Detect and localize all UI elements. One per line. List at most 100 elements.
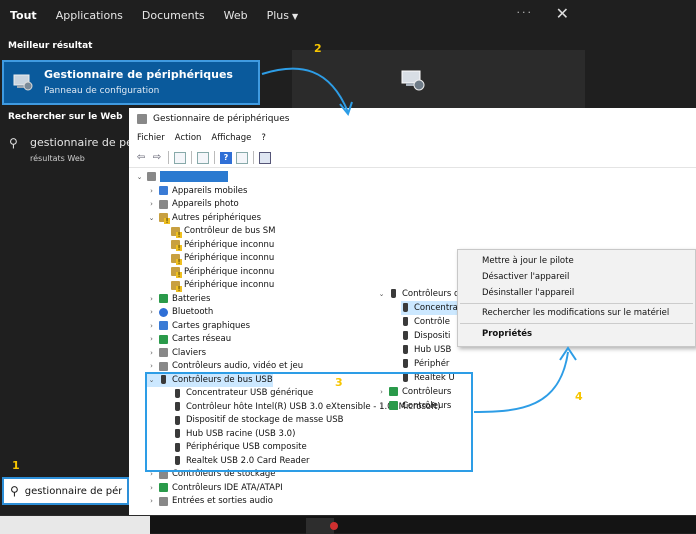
chevron-right-icon: › bbox=[150, 483, 153, 492]
computer-name-redacted bbox=[160, 171, 228, 183]
toolbar-separator bbox=[191, 151, 192, 164]
properties-icon[interactable] bbox=[197, 151, 209, 164]
search-input-value: gestionnaire de pér bbox=[24, 485, 123, 497]
menu-scan-hardware[interactable]: Rechercher les modifications sur le maté… bbox=[482, 308, 669, 318]
tree-label: Périphérique inconnu bbox=[184, 280, 275, 291]
zoom-tree-child[interactable]: Dispositi bbox=[401, 329, 450, 343]
tree-label: Appareils mobiles bbox=[172, 185, 248, 196]
display-adapter-icon bbox=[159, 321, 168, 331]
chevron-right-icon: › bbox=[150, 321, 153, 330]
chevron-right-icon: › bbox=[150, 348, 153, 357]
tree-label: Périphérique inconnu bbox=[184, 266, 275, 277]
tree-label: Périphér bbox=[414, 358, 450, 369]
ide-icon bbox=[159, 483, 168, 493]
tree-label: Appareils photo bbox=[172, 199, 239, 210]
view-icon[interactable] bbox=[236, 151, 248, 164]
tree-item-bluetooth[interactable]: › Bluetooth bbox=[147, 306, 213, 320]
tree-item-autres-peripheriques[interactable]: ⌄ Autres périphériques bbox=[147, 211, 261, 225]
search-icon: ⚲ bbox=[10, 484, 19, 498]
tab-web[interactable]: Web bbox=[224, 9, 248, 22]
tree-item-child[interactable]: Contrôleur de bus SM bbox=[171, 225, 276, 239]
forward-icon[interactable]: ⇨ bbox=[151, 152, 163, 164]
menu-properties[interactable]: Propriétés bbox=[482, 329, 532, 339]
chevron-down-icon: ⌄ bbox=[136, 172, 143, 181]
web-search-subtitle: résultats Web bbox=[30, 154, 85, 163]
device-manager-icon bbox=[13, 74, 33, 91]
computer-icon bbox=[147, 172, 156, 182]
tree-label: Périphérique inconnu bbox=[184, 253, 275, 264]
warning-device-icon bbox=[171, 253, 182, 265]
help-icon[interactable]: ? bbox=[220, 151, 232, 164]
chevron-right-icon: › bbox=[150, 362, 153, 371]
tree-item-child[interactable]: Périphérique inconnu bbox=[171, 252, 274, 266]
tree-item-appareils-mobiles[interactable]: › Appareils mobiles bbox=[147, 184, 247, 198]
back-icon[interactable]: ⇦ bbox=[135, 152, 147, 164]
best-match-result[interactable]: Gestionnaire de périphériques Panneau de… bbox=[2, 60, 260, 105]
best-match-subtitle: Panneau de configuration bbox=[44, 86, 160, 96]
tree-label: Autres périphériques bbox=[172, 212, 261, 223]
tree-label: Bluetooth bbox=[172, 307, 214, 318]
menu-action[interactable]: Action bbox=[175, 133, 202, 143]
zoom-tree-child[interactable]: Périphér bbox=[401, 357, 449, 371]
tree-item-ide[interactable]: › Contrôleurs IDE ATA/ATAPI bbox=[147, 481, 283, 495]
tab-plus[interactable]: Plus ▼ bbox=[267, 9, 299, 22]
toolbar-separator bbox=[214, 151, 215, 164]
tree-label: Contrôle bbox=[414, 316, 450, 327]
taskbar bbox=[0, 515, 696, 534]
usb-icon bbox=[403, 359, 408, 369]
zoom-tree-child[interactable]: Contrôle bbox=[401, 315, 450, 329]
tree-item-cartes-graphiques[interactable]: › Cartes graphiques bbox=[147, 319, 250, 333]
unknown-device-icon bbox=[159, 213, 170, 225]
menu-update-driver[interactable]: Mettre à jour le pilote bbox=[482, 256, 574, 266]
context-menu: Mettre à jour le pilote Désactiver l'app… bbox=[457, 249, 696, 347]
usb-icon bbox=[403, 303, 408, 313]
tree-label: Contrôleurs audio, vidéo et jeu bbox=[172, 361, 304, 372]
tree-label: Entrées et sorties audio bbox=[172, 496, 273, 507]
device-manager-icon bbox=[137, 114, 147, 124]
usb-icon bbox=[403, 331, 408, 341]
tree-item-claviers[interactable]: › Claviers bbox=[147, 346, 206, 360]
web-search-heading: Rechercher sur le Web bbox=[8, 112, 123, 122]
menu-uninstall-device[interactable]: Désinstaller l'appareil bbox=[482, 288, 574, 298]
chevron-right-icon: › bbox=[150, 294, 153, 303]
menu-separator bbox=[460, 303, 693, 304]
chevron-down-icon: ▼ bbox=[292, 11, 299, 21]
more-options-icon[interactable]: ··· bbox=[517, 6, 534, 19]
bluetooth-icon bbox=[159, 307, 168, 317]
tree-item-child[interactable]: Périphérique inconnu bbox=[171, 279, 274, 293]
tree-root[interactable]: ⌄ bbox=[135, 170, 228, 184]
tree-item-appareils-photo[interactable]: › Appareils photo bbox=[147, 198, 239, 212]
close-icon[interactable]: ✕ bbox=[556, 4, 569, 23]
tree-item-audio-io[interactable]: › Entrées et sorties audio bbox=[147, 495, 273, 509]
tree-item-audio[interactable]: › Contrôleurs audio, vidéo et jeu bbox=[147, 360, 303, 374]
device-manager-icon bbox=[401, 70, 425, 91]
tree-item-child[interactable]: Périphérique inconnu bbox=[171, 238, 274, 252]
tree-item-cartes-reseau[interactable]: › Cartes réseau bbox=[147, 333, 231, 347]
tree-label: Batteries bbox=[172, 293, 211, 304]
chevron-down-icon: ⌄ bbox=[378, 289, 385, 298]
chevron-right-icon: › bbox=[150, 308, 153, 317]
audio-io-icon bbox=[159, 496, 168, 506]
tree-item-batteries[interactable]: › Batteries bbox=[147, 292, 210, 306]
menu-fichier[interactable]: Fichier bbox=[137, 133, 165, 143]
tree-label: Contrôleur de bus SM bbox=[184, 226, 276, 237]
menu-disable-device[interactable]: Désactiver l'appareil bbox=[482, 272, 569, 282]
menu-bar: Fichier Action Affichage ? bbox=[129, 130, 696, 146]
warning-device-icon bbox=[171, 240, 182, 252]
window-title-bar: Gestionnaire de périphériques bbox=[129, 108, 696, 130]
tab-documents[interactable]: Documents bbox=[142, 9, 205, 22]
chevron-right-icon: › bbox=[150, 497, 153, 506]
search-input[interactable]: ⚲ gestionnaire de pér bbox=[2, 477, 129, 505]
app-icon bbox=[330, 522, 338, 530]
tab-applications[interactable]: Applications bbox=[56, 9, 123, 22]
menu-affichage[interactable]: Affichage bbox=[211, 133, 251, 143]
show-hide-tree-icon[interactable] bbox=[174, 151, 186, 164]
tab-tout[interactable]: Tout bbox=[10, 9, 37, 22]
taskbar-search-area[interactable] bbox=[0, 516, 150, 534]
menu-help[interactable]: ? bbox=[261, 133, 266, 143]
web-search-query[interactable]: gestionnaire de pér bbox=[30, 136, 130, 149]
zoom-tree-child[interactable]: Hub USB bbox=[401, 343, 451, 357]
monitor-icon[interactable] bbox=[259, 151, 271, 164]
tree-item-child[interactable]: Périphérique inconnu bbox=[171, 265, 274, 279]
best-match-title: Gestionnaire de périphériques bbox=[44, 68, 233, 81]
